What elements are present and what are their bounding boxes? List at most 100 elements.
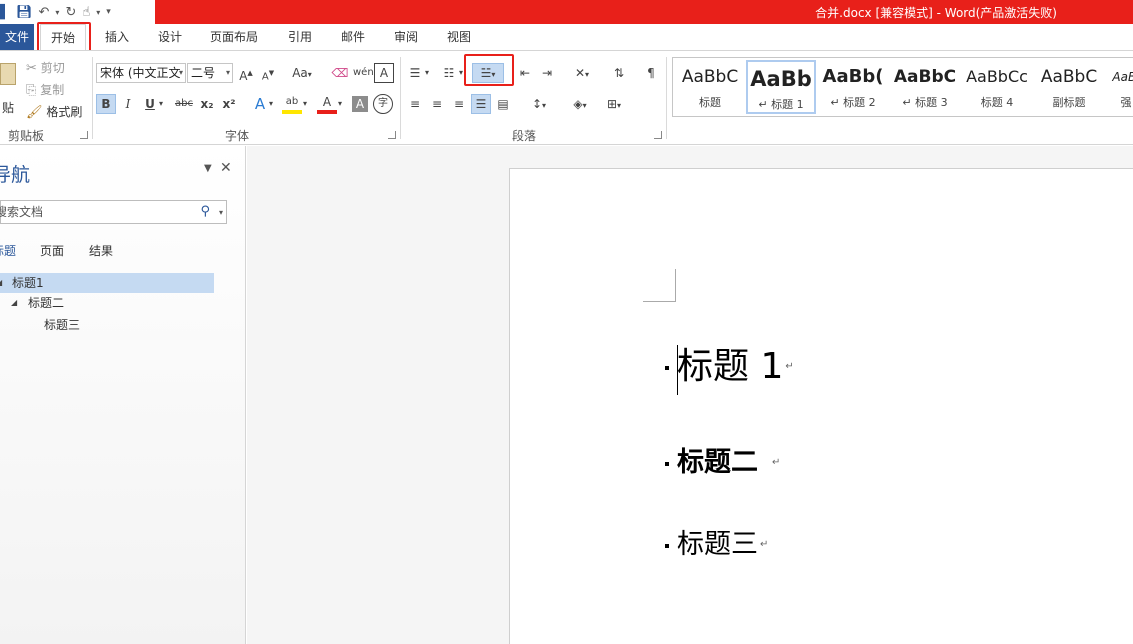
bold-button[interactable]: B [96,94,116,114]
format-painter-button[interactable]: 🖌︎ 格式刷 [26,103,82,120]
distributed-icon[interactable]: ▤ [493,94,513,114]
font-launcher-icon[interactable] [388,131,396,139]
show-formatting-marks-icon[interactable]: ¶ [641,63,661,83]
ribbon-tabs: 文件 开始 插入 设计 页面布局 引用 邮件 审阅 视图 [0,24,1133,51]
chevron-down-icon: ▾ [178,68,183,77]
font-name-combo[interactable]: 宋体 (中文正文 ▾ [96,63,186,83]
paragraph-launcher-icon[interactable] [654,131,662,139]
chevron-down-icon[interactable]: ▾ [219,202,223,224]
align-center-icon[interactable]: ≡ [427,94,447,114]
quick-access-toolbar: ▌ 💾︎ ↶ ▾ ↻ ☝ ▾ ▾ [0,2,111,22]
align-left-icon[interactable]: ≡ [405,94,425,114]
shrink-font-button[interactable]: A▼ [258,63,278,83]
customize-qat-icon[interactable]: ▾ [106,7,111,17]
font-size-combo[interactable]: 二号 ▾ [187,63,233,83]
search-icon[interactable]: ⚲ [200,201,210,223]
character-shading-button[interactable]: A [352,96,368,112]
nav-options-icon[interactable]: ▼ [204,163,212,174]
copy-button[interactable]: ⎘ 复制 [26,81,64,98]
document-page[interactable]: 标题 1 ↵ 标题二 ↵ 标题三 ↵ [509,168,1133,644]
tab-file[interactable]: 文件 [0,24,34,51]
tab-mailings[interactable]: 邮件 [341,24,365,51]
redo-icon[interactable]: ↻ [65,5,76,20]
paste-icon [0,63,16,85]
italic-button[interactable]: I [118,94,138,114]
line-spacing-icon[interactable]: ↕▾ [525,94,553,114]
justify-icon[interactable]: ☰ [471,94,491,114]
styles-gallery: AaBbC 标题 AaBb ↵ 标题 1 AaBb( ↵ 标题 2 AaBbC … [672,57,1133,117]
change-case-button[interactable]: Aa▾ [288,63,316,83]
paragraph-group-label: 段落 [512,129,537,143]
style-heading-4[interactable]: AaBbCc 标题 4 [962,60,1032,114]
scissors-icon: ✂ [26,61,37,76]
text-cursor [677,345,678,395]
collapse-icon[interactable]: ◢ [11,293,17,313]
return-mark-icon: ↵ [772,457,781,468]
undo-dropdown-icon[interactable]: ▾ [55,8,59,17]
paste-button[interactable]: 贴 [0,59,20,119]
nav-tab-results[interactable]: 结果 [89,242,113,259]
enclose-characters-button[interactable]: 字 [373,94,393,114]
subscript-button[interactable]: x₂ [197,94,217,114]
tab-references[interactable]: 引用 [288,24,312,51]
nav-tab-pages[interactable]: 页面 [40,242,64,259]
underline-dropdown-icon[interactable]: ▾ [156,94,166,114]
strikethrough-button[interactable]: abc [174,94,194,114]
sort-icon[interactable]: ⇅ [609,63,629,83]
nav-title: 导航 [0,164,31,186]
text-effects-dropdown-icon[interactable]: ▾ [266,94,276,114]
heading-1-paragraph[interactable]: 标题 1 ↵ [665,345,794,389]
title-bar: ▌ 💾︎ ↶ ▾ ↻ ☝ ▾ ▾ 合并.docx [兼容模式] - Word(产… [0,0,1133,24]
highlight-button[interactable]: ab [282,94,302,114]
phonetic-guide-button[interactable]: wén [353,63,374,83]
paragraph-mark-icon [665,366,669,370]
nav-heading-item[interactable]: ◢ 标题二 [0,293,214,313]
bullets-dropdown-icon[interactable]: ▾ [422,63,432,83]
chinese-layout-icon[interactable]: ✕▾ [568,63,596,83]
font-color-button[interactable]: A [317,94,337,114]
chevron-down-icon: ▾ [225,68,230,77]
clipboard-group-label: 剪贴板 [8,129,45,143]
close-icon[interactable]: ✕ [220,160,232,176]
style-title[interactable]: AaBbC 标题 [675,60,745,114]
style-heading-3[interactable]: AaBbC ↵ 标题 3 [890,60,960,114]
nav-search-input[interactable]: 搜索文档 ⚲ ▾ [0,200,227,224]
multilevel-list-highlight [464,54,514,86]
superscript-button[interactable]: x² [219,94,239,114]
font-color-dropdown-icon[interactable]: ▾ [335,94,345,114]
clear-formatting-icon[interactable]: ⌫ [330,63,350,83]
style-subtitle[interactable]: AaBbC 副标题 [1034,60,1104,114]
highlight-dropdown-icon[interactable]: ▾ [300,94,310,114]
tab-review[interactable]: 审阅 [394,24,418,51]
clipboard-launcher-icon[interactable] [80,131,88,139]
return-mark-icon: ↵ [785,361,794,372]
tab-page-layout[interactable]: 页面布局 [210,24,258,51]
document-area: 标题 1 ↵ 标题二 ↵ 标题三 ↵ [247,146,1133,644]
touch-mode-icon[interactable]: ☝ [82,5,90,20]
collapse-icon[interactable]: ◢ [0,273,2,293]
increase-indent-icon[interactable]: ⇥ [537,63,557,83]
heading-2-paragraph[interactable]: 标题二 ↵ [665,445,780,481]
touch-dropdown-icon[interactable]: ▾ [96,8,100,17]
decrease-indent-icon[interactable]: ⇤ [515,63,535,83]
word-icon: ▌ [0,4,10,20]
nav-heading-item[interactable]: 标题三 [0,315,214,335]
shading-icon[interactable]: ◈▾ [566,94,594,114]
style-heading-1[interactable]: AaBb ↵ 标题 1 [746,60,816,114]
tab-view[interactable]: 视图 [447,24,471,51]
heading-3-paragraph[interactable]: 标题三 ↵ [665,527,768,563]
borders-icon[interactable]: ⊞▾ [600,94,628,114]
tab-design[interactable]: 设计 [158,24,182,51]
align-right-icon[interactable]: ≡ [449,94,469,114]
nav-heading-item[interactable]: ◢ 标题1 [0,273,214,293]
grow-font-button[interactable]: A▲ [236,63,256,83]
undo-icon[interactable]: ↶ [39,5,50,20]
nav-tab-headings[interactable]: 标题 [0,242,16,259]
style-heading-2[interactable]: AaBb( ↵ 标题 2 [818,60,888,114]
save-icon[interactable]: 💾︎ [16,5,33,20]
cut-button[interactable]: ✂ 剪切 [26,59,65,76]
paintbrush-icon: 🖌︎ [26,105,43,120]
style-strong[interactable]: AaBl 强 [1106,60,1133,114]
character-border-button[interactable]: A [374,63,394,83]
tab-insert[interactable]: 插入 [105,24,129,51]
